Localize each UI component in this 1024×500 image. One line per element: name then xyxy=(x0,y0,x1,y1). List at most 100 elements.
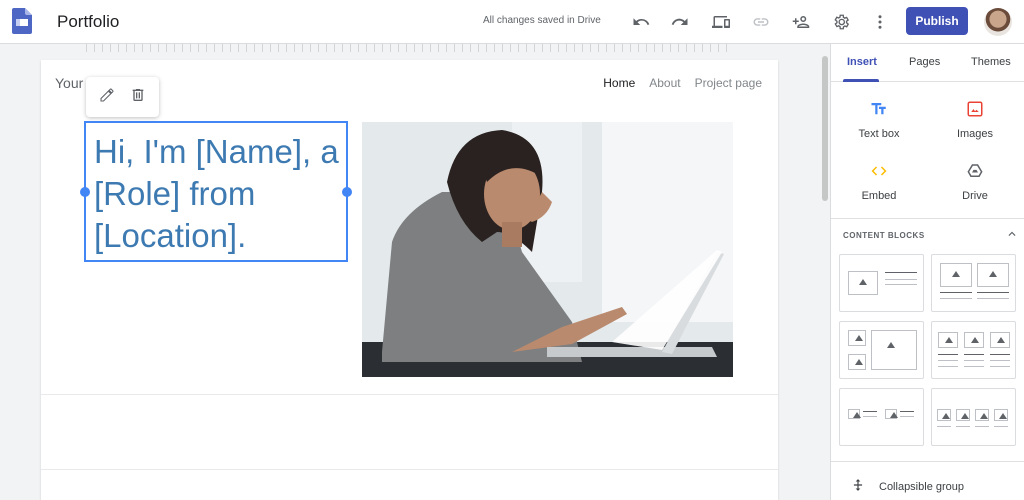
link-icon[interactable] xyxy=(749,10,773,34)
image-placeholder-icon xyxy=(848,271,878,295)
insert-label: Images xyxy=(956,128,994,140)
content-block-image-text[interactable] xyxy=(839,254,924,312)
image-placeholder-icon xyxy=(975,409,989,421)
nav-about[interactable]: About xyxy=(649,76,680,90)
redo-icon[interactable] xyxy=(668,10,692,34)
publish-button[interactable]: Publish xyxy=(906,7,968,35)
nav-project-page[interactable]: Project page xyxy=(695,76,762,90)
image-placeholder-icon xyxy=(871,330,917,370)
divider xyxy=(940,298,972,299)
divider xyxy=(938,366,958,367)
tab-themes[interactable]: Themes xyxy=(971,56,1011,68)
insert-label: Text box xyxy=(858,128,900,140)
content-block-three-images[interactable] xyxy=(931,321,1016,379)
image-placeholder-icon xyxy=(848,409,861,419)
divider xyxy=(977,292,1009,293)
right-panel: Insert Pages Themes Text box Images Embe… xyxy=(830,44,1024,500)
divider xyxy=(885,279,917,280)
divider xyxy=(994,426,1008,427)
site-title[interactable]: Your xyxy=(55,75,83,91)
scrollbar-thumb[interactable] xyxy=(822,56,828,201)
tab-pages[interactable]: Pages xyxy=(909,56,940,68)
divider xyxy=(885,272,917,273)
page-canvas[interactable]: Your Home About Project page Hi, I'm [Na… xyxy=(41,60,778,500)
image-placeholder-icon xyxy=(940,263,972,287)
content-blocks-header: CONTENT BLOCKS xyxy=(843,231,925,240)
divider xyxy=(964,360,984,361)
image-placeholder-icon xyxy=(994,409,1008,421)
hero-image[interactable] xyxy=(362,122,733,377)
divider xyxy=(863,411,877,412)
hero-heading[interactable]: Hi, I'm [Name], a [Role] from [Location]… xyxy=(94,131,346,257)
divider xyxy=(940,292,972,293)
insert-label: Embed xyxy=(861,190,897,202)
divider xyxy=(900,416,914,417)
content-block-two-image-text[interactable] xyxy=(839,388,924,446)
site-nav: Home About Project page xyxy=(603,76,762,90)
drive-icon xyxy=(927,162,1023,184)
divider xyxy=(990,360,1010,361)
insert-collapsible-group[interactable]: Collapsible group xyxy=(851,478,964,495)
add-person-icon[interactable] xyxy=(789,10,813,34)
textbox-edit-toolbar xyxy=(86,77,159,117)
divider xyxy=(977,298,1009,299)
hero-line: [Role] from xyxy=(94,175,256,212)
hero-line: Hi, I'm [Name], a xyxy=(94,133,339,170)
more-vert-icon[interactable] xyxy=(868,10,892,34)
divider xyxy=(937,426,951,427)
image-placeholder-icon xyxy=(848,354,866,370)
content-block-two-images[interactable] xyxy=(931,254,1016,312)
divider xyxy=(964,354,984,355)
insert-embed[interactable]: Embed xyxy=(831,162,927,202)
save-status: All changes saved in Drive xyxy=(483,15,601,26)
divider xyxy=(938,360,958,361)
image-placeholder-icon xyxy=(964,332,984,348)
insert-images[interactable]: Images xyxy=(927,100,1023,140)
document-title[interactable]: Portfolio xyxy=(57,12,119,32)
settings-icon[interactable] xyxy=(829,10,853,34)
preview-icon[interactable] xyxy=(709,10,733,34)
section-divider xyxy=(41,469,778,470)
collapsible-group-label: Collapsible group xyxy=(879,480,964,493)
undo-icon[interactable] xyxy=(629,10,653,34)
active-tab-indicator xyxy=(843,79,879,82)
resize-handle-right[interactable] xyxy=(342,187,352,197)
insert-text-box[interactable]: Text box xyxy=(831,100,927,140)
divider xyxy=(885,284,917,285)
embed-code-icon xyxy=(831,162,927,184)
section-divider xyxy=(41,394,778,395)
divider xyxy=(900,411,914,412)
top-bar: Portfolio All changes saved in Drive Pub… xyxy=(0,0,1024,44)
chevron-up-icon[interactable] xyxy=(1005,227,1019,241)
trash-icon[interactable] xyxy=(130,87,146,108)
text-box-icon xyxy=(831,100,927,122)
divider xyxy=(938,354,958,355)
collapsible-group-icon xyxy=(851,478,865,495)
hero-text-box[interactable]: Hi, I'm [Name], a [Role] from [Location]… xyxy=(80,121,352,262)
panel-divider xyxy=(831,461,1024,462)
image-placeholder-icon xyxy=(937,409,951,421)
divider xyxy=(964,366,984,367)
pencil-icon[interactable] xyxy=(99,87,115,108)
hero-line: [Location]. xyxy=(94,217,247,254)
content-block-four-images[interactable] xyxy=(931,388,1016,446)
tab-insert[interactable]: Insert xyxy=(847,56,877,68)
divider xyxy=(956,426,970,427)
image-placeholder-icon xyxy=(977,263,1009,287)
avatar[interactable] xyxy=(984,8,1012,36)
image-icon xyxy=(927,100,1023,122)
ruler xyxy=(86,44,732,52)
content-block-image-grid[interactable] xyxy=(839,321,924,379)
divider xyxy=(990,354,1010,355)
image-placeholder-icon xyxy=(990,332,1010,348)
image-placeholder-icon xyxy=(938,332,958,348)
divider xyxy=(990,366,1010,367)
sites-logo-icon[interactable] xyxy=(12,8,32,34)
divider xyxy=(863,416,877,417)
divider xyxy=(975,426,989,427)
panel-divider xyxy=(831,218,1024,219)
resize-handle-left[interactable] xyxy=(80,187,90,197)
image-placeholder-icon xyxy=(956,409,970,421)
nav-home[interactable]: Home xyxy=(603,76,635,90)
insert-drive[interactable]: Drive xyxy=(927,162,1023,202)
